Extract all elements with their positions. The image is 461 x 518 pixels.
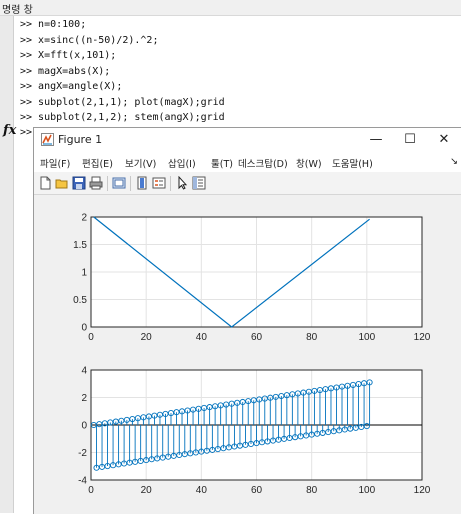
- maximize-button[interactable]: ☐: [393, 128, 427, 152]
- plots-canvas: 0 20 40 60 80 100 12000.511.520 20 40 60 80 100 120-…: [73, 213, 431, 497]
- figure-toolbar: [34, 172, 461, 195]
- link-plot-icon[interactable]: [112, 176, 126, 190]
- command-history: >> n=0:100; >> x=sinc((n-50)/2).^2; >> X=f…: [20, 17, 225, 126]
- property-editor-icon[interactable]: [192, 176, 206, 190]
- y-tick-label: -2: [78, 448, 87, 459]
- menu-tools[interactable]: 툴(T): [211, 156, 233, 170]
- y-tick-label: -4: [78, 476, 87, 487]
- x-tick-label: 40: [196, 332, 208, 343]
- figure-plot-area[interactable]: 0 20 40 60 80 100 120 0 0.5 1 1.5 2 0 20 40 60 80 100 120-…: [34, 195, 461, 514]
- menubar-overflow-icon[interactable]: ↘: [450, 156, 458, 167]
- figure-title: Figure 1: [58, 133, 103, 146]
- figure-menubar: 파일(F) 편집(E) 보기(V) 삽입(I) 툴(T) 데스크탑(D) 창(W…: [34, 152, 461, 172]
- toolbar-separator: [170, 176, 171, 191]
- menu-window[interactable]: 창(W): [296, 156, 322, 170]
- x-tick-label: 0: [88, 332, 94, 343]
- matlab-figure-icon: [41, 133, 54, 146]
- y-tick-label: 2: [81, 393, 87, 404]
- figure-window: Figure 1 — ☐ ✕ 파일(F) 편집(E) 보기(V) 삽입(I) 툴…: [33, 127, 461, 514]
- fx-icon[interactable]: fx: [3, 123, 16, 138]
- y-tick-label: 0: [81, 421, 87, 432]
- command-prompt[interactable]: >>: [20, 127, 32, 138]
- x-tick-label: 100: [358, 332, 375, 343]
- x-tick-label: 40: [196, 485, 208, 496]
- command-window-title: 명령 창: [2, 5, 33, 16]
- command-line: >> angX=angle(X);: [20, 81, 123, 92]
- menu-view[interactable]: 보기(V): [125, 156, 156, 170]
- x-tick-label: 60: [251, 485, 263, 496]
- menu-file[interactable]: 파일(F): [40, 156, 70, 170]
- x-tick-label: 120: [414, 332, 431, 343]
- y-tick-label: 2: [81, 213, 87, 224]
- y-tick-label: 1: [81, 268, 87, 279]
- save-icon[interactable]: [72, 176, 86, 190]
- y-tick-label: 0: [81, 323, 87, 334]
- open-file-icon[interactable]: [55, 176, 69, 190]
- minimize-button[interactable]: —: [359, 128, 393, 152]
- figure-titlebar[interactable]: Figure 1 — ☐ ✕: [34, 128, 461, 152]
- x-tick-label: 60: [251, 332, 263, 343]
- x-tick-label: 20: [141, 332, 153, 343]
- menu-insert[interactable]: 삽입(I): [168, 156, 196, 170]
- x-tick-label: 100: [358, 485, 375, 496]
- toolbar-separator: [130, 176, 131, 191]
- command-window-header: 명령 창: [0, 0, 461, 16]
- x-tick-label: 80: [306, 485, 318, 496]
- x-tick-label: 80: [306, 332, 318, 343]
- command-line: >> magX=abs(X);: [20, 65, 111, 77]
- command-line: >> X=fft(x,101);: [20, 50, 117, 61]
- toolbar-separator: [107, 176, 108, 191]
- y-tick-label: 4: [81, 366, 87, 377]
- subplot-1: 0 20 40 60 80 100 120 0 0.5 1 1.5 2: [73, 213, 431, 344]
- print-icon[interactable]: [89, 176, 103, 190]
- menu-help[interactable]: 도움말(H): [332, 156, 373, 170]
- x-tick-label: 0: [88, 485, 94, 496]
- subplot-2: 0 20 40 60 80 100 120 -4 -2 0 2 4: [78, 366, 431, 497]
- legend-icon[interactable]: [152, 176, 166, 190]
- y-tick-label: 0.5: [73, 295, 87, 306]
- x-tick-label: 120: [414, 485, 431, 496]
- command-line: >> x=sinc((n-50)/2).^2;: [20, 34, 159, 46]
- x-tick-label: 20: [141, 485, 153, 496]
- command-line: >> subplot(2,1,2); stem(angX);grid: [20, 112, 225, 123]
- menu-edit[interactable]: 편집(E): [82, 156, 113, 170]
- new-figure-icon[interactable]: [38, 176, 52, 190]
- menu-desktop[interactable]: 데스크탑(D): [238, 156, 288, 170]
- colorbar-icon[interactable]: [135, 176, 149, 190]
- pointer-icon[interactable]: [175, 176, 189, 190]
- command-line: >> n=0:100;: [20, 19, 87, 30]
- close-button[interactable]: ✕: [427, 128, 461, 152]
- left-gutter: [0, 16, 14, 513]
- y-tick-label: 1.5: [73, 240, 87, 251]
- command-line: >> subplot(2,1,1); plot(magX);grid: [20, 96, 225, 108]
